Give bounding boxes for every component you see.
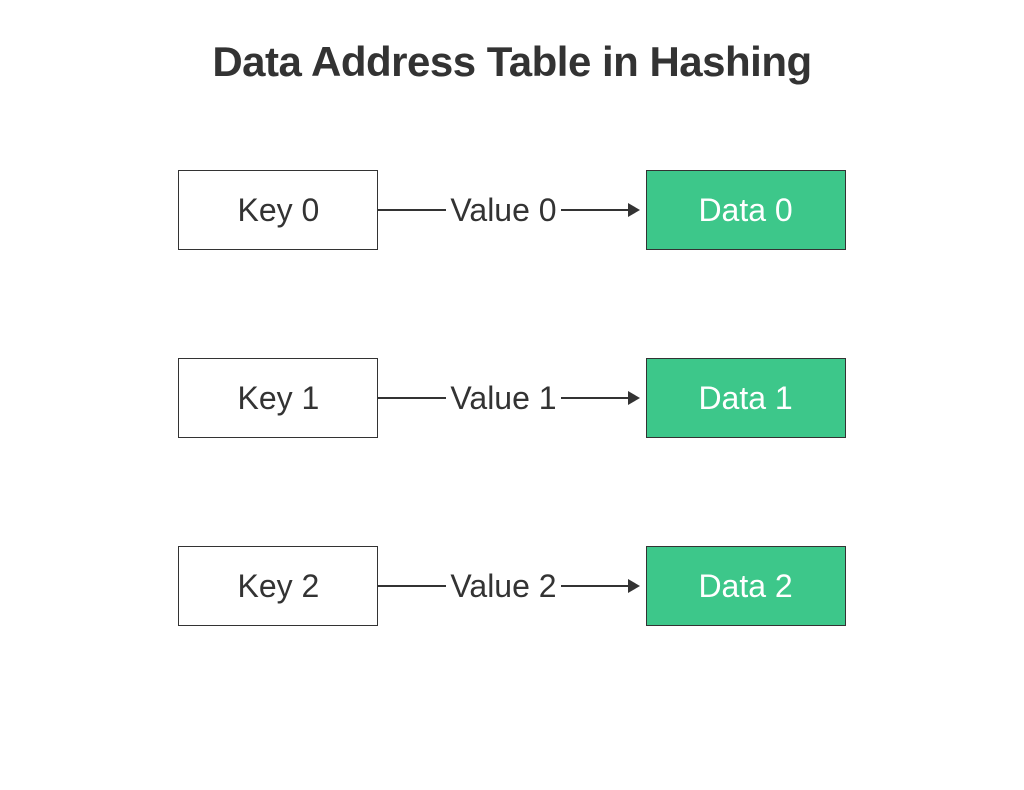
value-label: Value 0 bbox=[446, 192, 560, 229]
arrow-line bbox=[378, 397, 446, 399]
arrow-value-to-data bbox=[561, 391, 640, 405]
arrowhead-icon bbox=[628, 203, 640, 217]
arrow-line bbox=[561, 397, 629, 399]
key-box: Key 1 bbox=[178, 358, 378, 438]
data-box: Data 1 bbox=[646, 358, 846, 438]
diagram-title: Data Address Table in Hashing bbox=[0, 38, 1024, 86]
hash-row: Key 2 Value 2 Data 2 bbox=[0, 546, 1024, 626]
arrowhead-icon bbox=[628, 391, 640, 405]
hash-row: Key 0 Value 0 Data 0 bbox=[0, 170, 1024, 250]
arrow-key-to-value bbox=[378, 585, 446, 587]
arrow-key-to-value bbox=[378, 397, 446, 399]
data-box: Data 2 bbox=[646, 546, 846, 626]
value-label: Value 2 bbox=[446, 568, 560, 605]
data-box: Data 0 bbox=[646, 170, 846, 250]
arrow-value-to-data bbox=[561, 203, 640, 217]
arrow-line bbox=[378, 209, 446, 211]
arrowhead-icon bbox=[628, 579, 640, 593]
arrow-line bbox=[561, 209, 629, 211]
key-box: Key 0 bbox=[178, 170, 378, 250]
arrow-line bbox=[561, 585, 629, 587]
arrow-line bbox=[378, 585, 446, 587]
key-box: Key 2 bbox=[178, 546, 378, 626]
arrow-key-to-value bbox=[378, 209, 446, 211]
arrow-value-to-data bbox=[561, 579, 640, 593]
hashing-diagram: Key 0 Value 0 Data 0 Key 1 Value 1 Data … bbox=[0, 170, 1024, 734]
value-label: Value 1 bbox=[446, 380, 560, 417]
hash-row: Key 1 Value 1 Data 1 bbox=[0, 358, 1024, 438]
